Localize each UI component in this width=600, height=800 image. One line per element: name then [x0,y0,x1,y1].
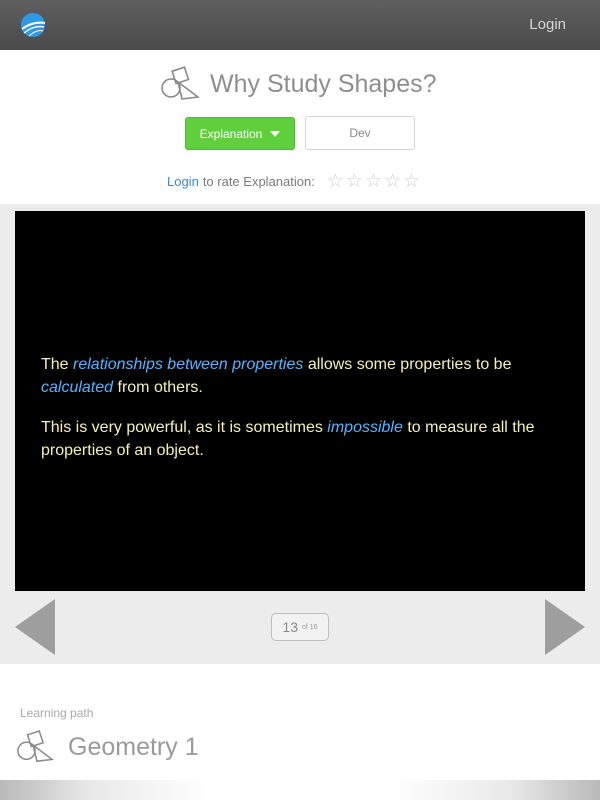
star-icon[interactable]: ☆ [327,172,344,191]
star-rating[interactable]: ☆ ☆ ☆ ☆ ☆ [327,172,420,191]
star-icon[interactable]: ☆ [346,172,363,191]
caret-down-icon [270,130,281,137]
slide-stage: The relationships between properties all… [0,204,600,664]
top-bar: Login [0,0,600,50]
slide-paragraph-2: This is very powerful, as it is sometime… [41,416,541,462]
dev-label: Dev [349,126,371,140]
next-slide-arrow-icon[interactable] [545,599,585,655]
shapes-icon [161,66,200,100]
rate-login-link[interactable]: Login [167,174,199,189]
shapes-icon [17,730,54,763]
explanation-dropdown-button[interactable]: Explanation [185,117,295,150]
page-indicator[interactable]: 13 of 16 [271,613,329,641]
star-icon[interactable]: ☆ [403,172,420,191]
star-icon[interactable]: ☆ [365,172,382,191]
title-row: Why Study Shapes? [160,66,437,102]
text-segment: from others. [113,379,203,396]
slide-viewer[interactable]: The relationships between properties all… [15,211,585,591]
highlight-term: calculated [41,379,114,396]
bottom-shadow [0,780,600,800]
lesson-header: Why Study Shapes? Explanation Dev Login … [0,50,600,204]
highlight-term: relationships between properties [73,356,304,373]
text-segment: The [41,356,74,373]
text-segment: This is very powerful, as it is sometime… [41,419,328,436]
rating-row: Login to rate Explanation: ☆ ☆ ☆ ☆ ☆ [167,168,420,194]
page-title: Why Study Shapes? [210,69,437,98]
slide-text: The relationships between properties all… [41,353,541,479]
learning-path-label: Learning path [20,706,94,720]
learning-path-link[interactable]: Geometry 1 [16,728,199,766]
total-pages: of 16 [302,623,318,631]
highlight-term: impossible [327,419,403,436]
slide-paragraph-1: The relationships between properties all… [41,353,541,399]
globe-swoosh-icon[interactable] [20,12,46,38]
dev-button[interactable]: Dev [305,116,415,150]
explanation-label: Explanation [199,126,263,141]
star-icon[interactable]: ☆ [384,172,401,191]
text-segment: allows some properties to be [303,356,512,373]
login-link[interactable]: Login [529,16,566,33]
current-page: 13 [282,619,298,635]
previous-slide-arrow-icon[interactable] [15,599,55,655]
learning-path-title: Geometry 1 [68,732,199,761]
rate-prompt: to rate Explanation: [202,173,315,189]
